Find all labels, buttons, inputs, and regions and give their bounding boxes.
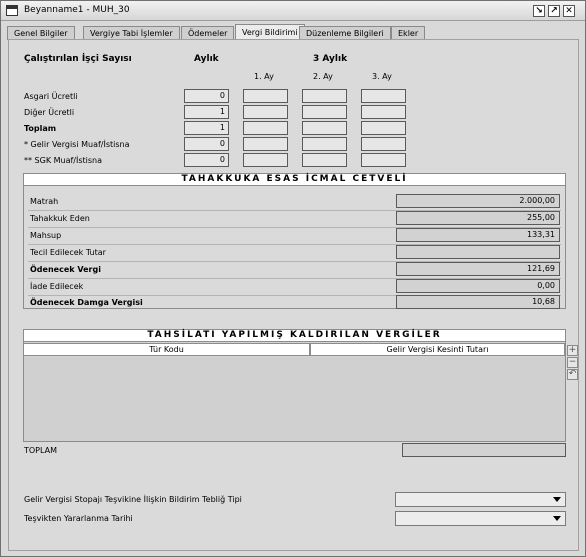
tab-content-vergi-bildirimi: Çalıştırılan İşçi Sayısı Aylık 3 Aylık 1… <box>8 39 579 551</box>
icmal-label-damga: Ödenecek Damga Vergisi <box>30 298 143 307</box>
tesvik-date-select[interactable] <box>395 511 566 526</box>
tab-genel-bilgiler[interactable]: Genel Bilgiler <box>7 26 75 40</box>
window-title: Beyanname1 - MUH_30 <box>24 5 130 15</box>
row-label-gv-muaf: * Gelir Vergisi Muaf/İstisna <box>24 140 130 149</box>
month-2-header: 2. Ay <box>313 72 333 81</box>
col-monthly-header: Aylık <box>194 54 219 64</box>
icmal-value-tahakkuk: 255,00 <box>396 211 560 225</box>
icmal-value-iade: 0,00 <box>396 279 560 293</box>
month2-toplam-field <box>302 121 347 135</box>
workers-title: Çalıştırılan İşçi Sayısı <box>24 54 132 64</box>
month-1-header: 1. Ay <box>254 72 274 81</box>
add-row-icon[interactable]: + <box>567 345 578 356</box>
title-bar: Beyanname1 - MUH_30 ↘ ↗ ✕ <box>1 1 585 21</box>
month3-diger-field[interactable] <box>361 105 406 119</box>
maximize-icon[interactable]: ↗ <box>548 5 560 17</box>
icmal-label-iade: İade Edilecek <box>30 282 84 291</box>
col-header-tur-kodu[interactable]: Tür Kodu <box>23 343 310 356</box>
tesvik-date-label: Teşvikten Yararlanma Tarihi <box>24 514 133 523</box>
undo-icon[interactable]: ↶ <box>567 369 578 380</box>
month2-gv-muaf-field[interactable] <box>302 137 347 151</box>
tab-duzenleme-bilgileri[interactable]: Düzenleme Bilgileri <box>299 26 391 40</box>
month2-diger-field[interactable] <box>302 105 347 119</box>
tahsilat-panel: TAHSİLATI YAPILMIŞ KALDIRILAN VERGİLER T… <box>23 329 566 442</box>
icmal-label-tahakkuk: Tahakkuk Eden <box>30 214 90 223</box>
month3-toplam-field <box>361 121 406 135</box>
icmal-label-tecil: Tecil Edilecek Tutar <box>30 248 106 257</box>
tab-ekler[interactable]: Ekler <box>391 26 426 40</box>
icmal-label-matrah: Matrah <box>30 197 59 206</box>
month1-asgari-field[interactable] <box>243 89 288 103</box>
icmal-title: TAHAKKUKA ESAS İCMAL CETVELİ <box>23 173 566 186</box>
month-3-header: 3. Ay <box>372 72 392 81</box>
month3-asgari-field[interactable] <box>361 89 406 103</box>
icmal-panel: TAHAKKUKA ESAS İCMAL CETVELİ Matrah 2.00… <box>23 173 566 309</box>
close-icon[interactable]: ✕ <box>563 5 575 17</box>
icmal-value-mahsup: 133,31 <box>396 228 560 242</box>
tab-odemeler[interactable]: Ödemeler <box>181 26 235 40</box>
tab-bar: Genel Bilgiler Vergiye Tabi İşlemler Öde… <box>7 24 579 41</box>
icmal-label-mahsup: Mahsup <box>30 231 62 240</box>
tab-vergiye-tabi-islemler[interactable]: Vergiye Tabi İşlemler <box>83 26 180 40</box>
tesvik-select[interactable] <box>395 492 566 507</box>
minimize-icon[interactable]: ↘ <box>533 5 545 17</box>
tahsilat-total-value <box>402 443 566 457</box>
month2-asgari-field[interactable] <box>302 89 347 103</box>
col-quarter-header: 3 Aylık <box>313 54 348 64</box>
tahsilat-total-label: TOPLAM <box>24 446 58 455</box>
icmal-value-tecil <box>396 245 560 259</box>
month1-gv-muaf-field[interactable] <box>243 137 288 151</box>
month3-gv-muaf-field[interactable] <box>361 137 406 151</box>
monthly-sgk-muaf-field[interactable]: 0 <box>184 153 229 167</box>
month1-sgk-muaf-field[interactable] <box>243 153 288 167</box>
month1-toplam-field <box>243 121 288 135</box>
monthly-gv-muaf-field[interactable]: 0 <box>184 137 229 151</box>
tesvik-label: Gelir Vergisi Stopajı Teşvikine İlişkin … <box>24 495 242 504</box>
form-window: Beyanname1 - MUH_30 ↘ ↗ ✕ Genel Bilgiler… <box>0 0 586 557</box>
monthly-diger-field[interactable]: 1 <box>184 105 229 119</box>
tahsilat-table-body[interactable] <box>24 357 565 441</box>
window-icon <box>6 5 18 16</box>
month1-diger-field[interactable] <box>243 105 288 119</box>
month2-sgk-muaf-field[interactable] <box>302 153 347 167</box>
monthly-asgari-field[interactable]: 0 <box>184 89 229 103</box>
row-label-diger: Diğer Ücretli <box>24 108 75 117</box>
row-label-sgk-muaf: ** SGK Muaf/İstisna <box>24 156 103 165</box>
icmal-label-odenecek-vergi: Ödenecek Vergi <box>30 265 101 274</box>
chevron-down-icon <box>553 497 561 502</box>
chevron-down-icon <box>553 516 561 521</box>
monthly-toplam-field: 1 <box>184 121 229 135</box>
col-header-kesinti-tutari[interactable]: Gelir Vergisi Kesinti Tutarı <box>310 343 565 356</box>
remove-row-icon[interactable]: − <box>567 357 578 368</box>
row-label-asgari: Asgari Ücretli <box>24 92 78 101</box>
icmal-value-odenecek-vergi: 121,69 <box>396 262 560 276</box>
row-label-toplam: Toplam <box>24 124 57 133</box>
month3-sgk-muaf-field[interactable] <box>361 153 406 167</box>
icmal-value-damga: 10,68 <box>396 295 560 309</box>
icmal-value-matrah: 2.000,00 <box>396 194 560 208</box>
tahsilat-title: TAHSİLATI YAPILMIŞ KALDIRILAN VERGİLER <box>23 329 566 342</box>
